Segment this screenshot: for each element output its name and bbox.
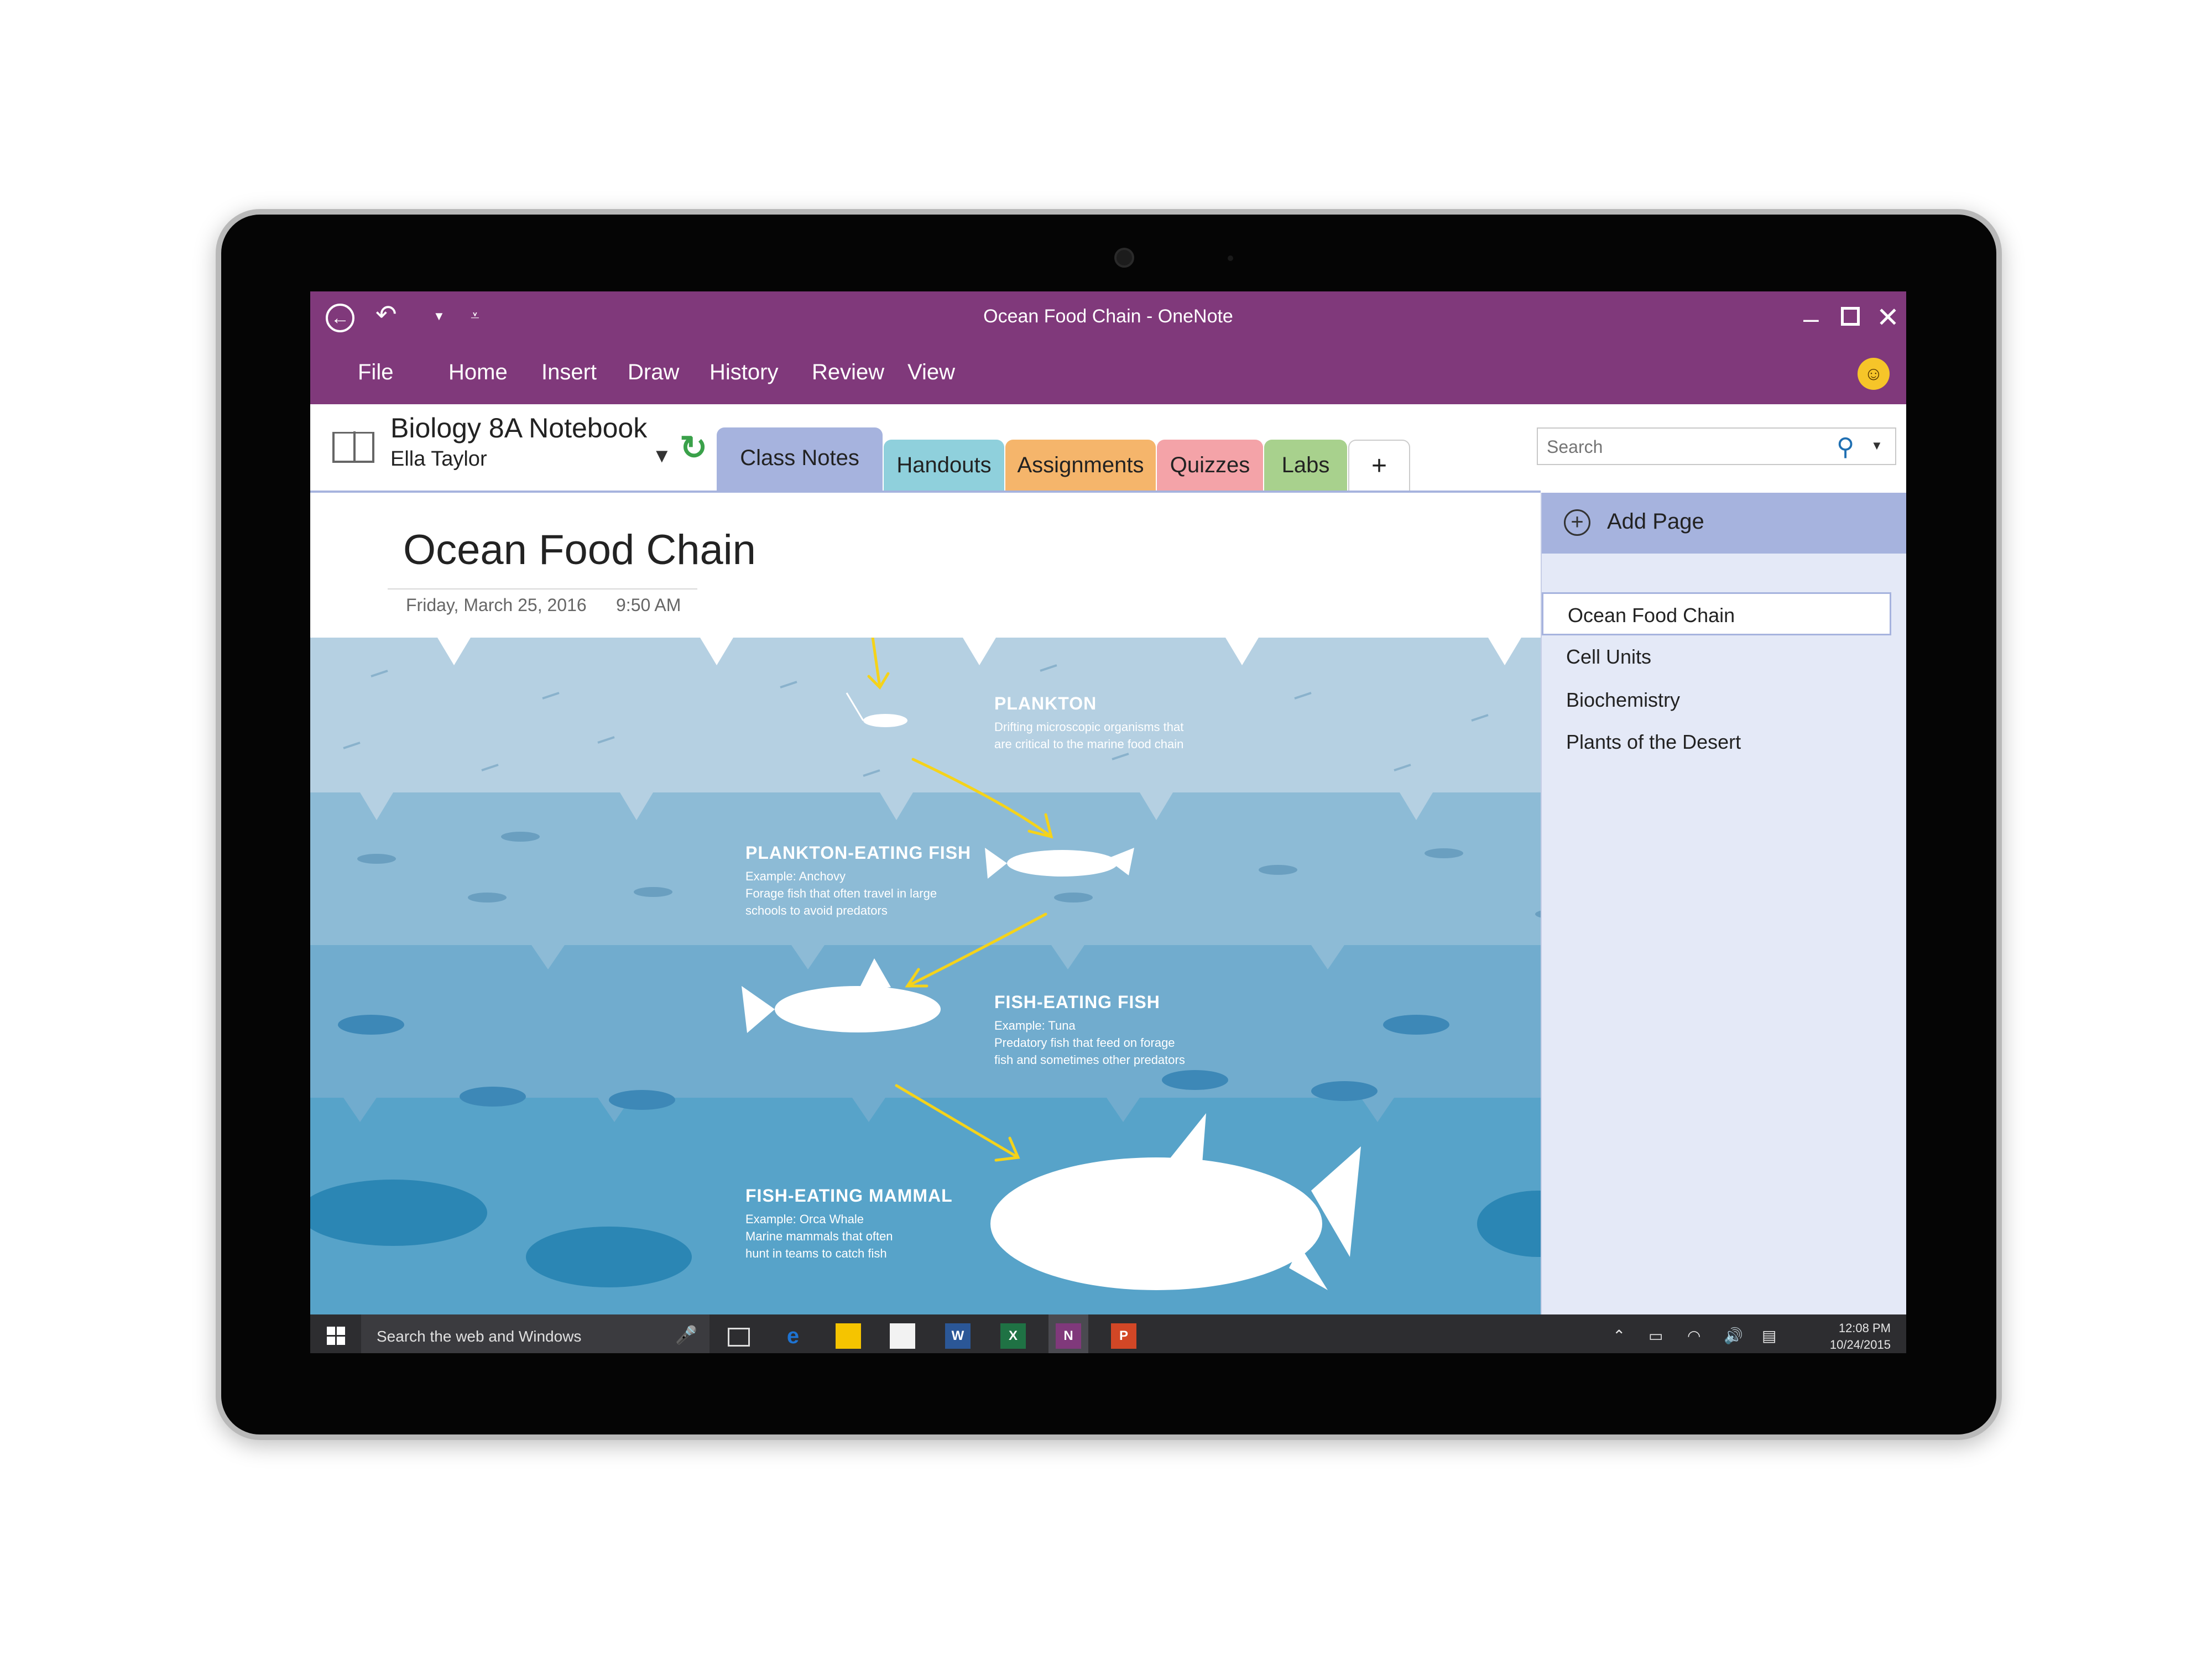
tab-insert[interactable]: Insert bbox=[541, 360, 597, 385]
food-chain-infographic bbox=[310, 638, 1541, 1314]
fish-eating-mammal-heading: FISH-EATING MAMMAL bbox=[745, 1186, 953, 1206]
page-list-pane: + Add Page Ocean Food Chain Cell Units B… bbox=[1541, 493, 1906, 1314]
search-input[interactable] bbox=[1546, 429, 1824, 465]
tab-history[interactable]: History bbox=[709, 360, 778, 385]
tab-review[interactable]: Review bbox=[812, 360, 884, 385]
window-title: Ocean Food Chain - OneNote bbox=[983, 306, 1233, 327]
page-time: 9:50 AM bbox=[616, 595, 681, 615]
section-tab-assignments[interactable]: Assignments bbox=[1005, 440, 1156, 491]
title-bar: ← ↶ ▼ ⩡ Ocean Food Chain - OneNote – ✕ bbox=[310, 291, 1906, 343]
task-view-icon[interactable] bbox=[728, 1328, 750, 1347]
microphone-icon[interactable]: 🎤 bbox=[675, 1324, 697, 1345]
fish-eating-fish-heading: FISH-EATING FISH bbox=[994, 992, 1160, 1012]
show-hidden-icons-icon[interactable]: ⌃ bbox=[1613, 1327, 1625, 1345]
clock-time: 12:08 PM bbox=[1838, 1321, 1891, 1335]
add-page-button[interactable]: + Add Page bbox=[1542, 493, 1906, 554]
store-icon[interactable] bbox=[890, 1323, 915, 1349]
page-date: Friday, March 25, 2016 bbox=[406, 595, 587, 615]
section-tab-labs[interactable]: Labs bbox=[1264, 440, 1347, 491]
close-button[interactable]: ✕ bbox=[1876, 301, 1900, 333]
notebook-bar: Biology 8A Notebook Ella Taylor ▼ ↻ Clas… bbox=[310, 404, 1906, 493]
plankton-band bbox=[310, 638, 1541, 792]
page-item-ocean-food-chain[interactable]: Ocean Food Chain bbox=[1542, 592, 1891, 635]
search-icon[interactable]: ⚲ bbox=[1837, 433, 1854, 461]
plankton-heading: PLANKTON bbox=[994, 693, 1097, 713]
page-title[interactable]: Ocean Food Chain bbox=[403, 526, 756, 574]
notebook-dropdown-icon[interactable]: ▼ bbox=[652, 444, 672, 467]
fish-eating-mammal-band bbox=[310, 1098, 1541, 1314]
plus-icon: + bbox=[1564, 509, 1590, 536]
onenote-icon[interactable]: N bbox=[1056, 1323, 1081, 1349]
edge-icon[interactable]: e bbox=[780, 1323, 806, 1349]
section-tab-handouts[interactable]: Handouts bbox=[884, 440, 1004, 491]
taskbar-clock[interactable]: 12:08 PM 10/24/2015 bbox=[1830, 1320, 1891, 1353]
tab-home[interactable]: Home bbox=[448, 360, 508, 385]
ribbon-tabs: File Home Insert Draw History Review Vie… bbox=[310, 343, 1906, 404]
tab-file[interactable]: File bbox=[358, 360, 393, 385]
page-item-plants-of-the-desert[interactable]: Plants of the Desert bbox=[1542, 721, 1891, 764]
plankton-eating-fish-description: Example: Anchovy Forage fish that often t… bbox=[745, 869, 937, 917]
clock-date: 10/24/2015 bbox=[1829, 1338, 1891, 1352]
add-page-label: Add Page bbox=[1607, 509, 1704, 534]
notebook-icon[interactable] bbox=[332, 431, 374, 463]
camera bbox=[1114, 248, 1134, 268]
onenote-window: ← ↶ ▼ ⩡ Ocean Food Chain - OneNote – ✕ F… bbox=[310, 291, 1906, 1353]
powerpoint-icon[interactable]: P bbox=[1111, 1323, 1136, 1349]
windows-taskbar: Search the web and Windows 🎤 e W X N P ⌃… bbox=[310, 1314, 1906, 1353]
notebook-user: Ella Taylor bbox=[390, 447, 487, 471]
word-icon[interactable]: W bbox=[945, 1323, 971, 1349]
section-tab-quizzes[interactable]: Quizzes bbox=[1157, 440, 1263, 491]
tab-draw[interactable]: Draw bbox=[628, 360, 679, 385]
taskbar-search[interactable]: Search the web and Windows 🎤 bbox=[361, 1314, 709, 1353]
page-canvas[interactable]: Ocean Food Chain Friday, March 25, 2016 … bbox=[310, 493, 1541, 1314]
excel-icon[interactable]: X bbox=[1000, 1323, 1026, 1349]
notebook-name[interactable]: Biology 8A Notebook bbox=[390, 412, 647, 444]
volume-icon[interactable]: 🔊 bbox=[1724, 1327, 1743, 1345]
plankton-description: Drifting microscopic organisms that are c… bbox=[994, 720, 1184, 751]
search-box: ⚲ ▼ bbox=[1537, 427, 1896, 465]
feedback-smiley-icon[interactable]: ☺ bbox=[1858, 358, 1890, 390]
section-tab-class-notes[interactable]: Class Notes bbox=[717, 427, 883, 492]
fish-eating-mammal-description: Example: Orca Whale Marine mammals that o… bbox=[745, 1212, 893, 1260]
maximize-button[interactable] bbox=[1841, 307, 1860, 326]
action-center-icon[interactable]: ▤ bbox=[1762, 1327, 1776, 1345]
sync-icon[interactable]: ↻ bbox=[680, 429, 707, 467]
page-item-biochemistry[interactable]: Biochemistry bbox=[1542, 679, 1891, 722]
file-explorer-icon[interactable] bbox=[836, 1323, 861, 1349]
wifi-icon[interactable]: ◠ bbox=[1687, 1327, 1700, 1345]
battery-icon[interactable]: ▭ bbox=[1648, 1327, 1663, 1345]
search-scope-dropdown-icon[interactable]: ▼ bbox=[1871, 439, 1883, 453]
page-item-cell-units[interactable]: Cell Units bbox=[1542, 635, 1891, 679]
light-sensor bbox=[1228, 255, 1233, 261]
windows-start-icon[interactable] bbox=[327, 1327, 346, 1345]
add-section-button[interactable]: + bbox=[1348, 440, 1410, 491]
minimize-button[interactable]: – bbox=[1803, 302, 1819, 335]
plankton-eating-fish-heading: PLANKTON-EATING FISH bbox=[745, 843, 972, 863]
title-underline bbox=[388, 588, 697, 589]
tab-view[interactable]: View bbox=[907, 360, 955, 385]
fish-eating-fish-description: Example: Tuna Predatory fish that feed on… bbox=[994, 1019, 1185, 1067]
taskbar-search-text: Search the web and Windows bbox=[377, 1328, 582, 1345]
